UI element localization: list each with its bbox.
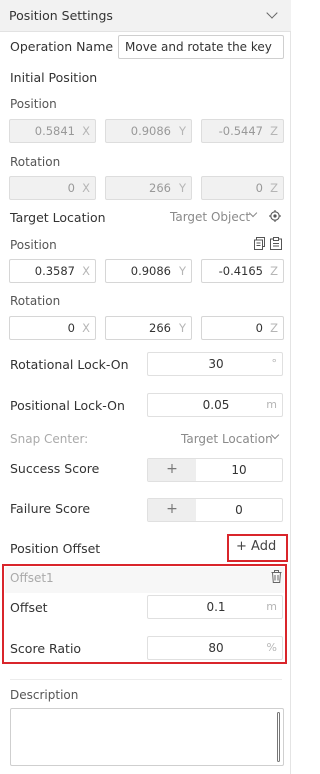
success-score-stepper[interactable]: + 10: [147, 458, 283, 482]
initial-position-z-field: -0.5447 Z: [201, 119, 284, 143]
score-ratio-input[interactable]: 80 %: [147, 636, 283, 660]
description-textarea[interactable]: [10, 708, 284, 766]
snap-center-dropdown[interactable]: Target Location: [181, 432, 273, 446]
target-rotation-label: Rotation: [10, 294, 61, 308]
panel-header[interactable]: Position Settings: [0, 0, 291, 32]
copy-icon[interactable]: [254, 237, 266, 250]
target-position-z-field[interactable]: -0.4165 Z: [201, 259, 284, 283]
offset-item-name: Offset1: [10, 571, 54, 585]
target-rotation-y-field[interactable]: 266 Y: [105, 316, 192, 340]
initial-position-heading: Initial Position: [10, 70, 98, 85]
paste-icon[interactable]: [270, 237, 282, 250]
target-position-y-field[interactable]: 0.9086 Y: [105, 259, 192, 283]
offset-value-label: Offset: [10, 600, 48, 615]
add-offset-button[interactable]: + Add: [236, 539, 276, 554]
success-score-value[interactable]: 10: [196, 463, 282, 477]
initial-rotation-y-field: 266 Y: [105, 176, 192, 200]
failure-score-plus-button[interactable]: +: [148, 499, 196, 521]
offset-value-input[interactable]: 0.1 m: [147, 595, 283, 619]
target-crosshair-icon[interactable]: [269, 210, 281, 222]
initial-rotation-x-field: 0 X: [9, 176, 96, 200]
failure-score-stepper[interactable]: + 0: [147, 498, 283, 522]
failure-score-label: Failure Score: [10, 501, 91, 516]
success-score-label: Success Score: [10, 461, 100, 476]
initial-position-x-field: 0.5841 X: [9, 119, 96, 143]
initial-position-y-field: 0.9086 Y: [105, 119, 192, 143]
initial-rotation-label: Rotation: [10, 155, 61, 169]
target-position-label: Position: [10, 238, 57, 252]
target-rotation-x-field[interactable]: 0 X: [9, 316, 96, 340]
initial-rotation-z-field: 0 Z: [201, 176, 284, 200]
textarea-scrollbar[interactable]: [277, 712, 280, 762]
position-offset-label: Position Offset: [10, 541, 101, 556]
target-rotation-z-field[interactable]: 0 Z: [201, 316, 284, 340]
failure-score-value[interactable]: 0: [196, 503, 282, 517]
success-score-plus-button[interactable]: +: [148, 459, 196, 481]
description-label: Description: [10, 688, 79, 702]
target-type-dropdown[interactable]: Target Object: [170, 210, 250, 224]
trash-icon[interactable]: [271, 570, 282, 583]
rotational-lock-input[interactable]: 30 °: [147, 352, 283, 376]
panel-title: Position Settings: [9, 8, 113, 23]
positional-lock-label: Positional Lock-On: [10, 398, 125, 413]
target-location-label: Target Location: [10, 210, 106, 225]
operation-name-label: Operation Name: [10, 39, 114, 54]
target-position-x-field[interactable]: 0.3587 X: [9, 259, 96, 283]
operation-name-input[interactable]: [118, 35, 284, 59]
positional-lock-input[interactable]: 0.05 m: [147, 393, 283, 417]
snap-center-label: Snap Center:: [10, 432, 89, 446]
divider: [10, 679, 282, 680]
initial-position-label: Position: [10, 97, 57, 111]
collapse-chevron-icon[interactable]: [266, 7, 278, 19]
position-settings-panel: Position Settings Operation Name Initial…: [0, 0, 291, 774]
rotational-lock-label: Rotational Lock-On: [10, 357, 129, 372]
score-ratio-label: Score Ratio: [10, 641, 82, 656]
